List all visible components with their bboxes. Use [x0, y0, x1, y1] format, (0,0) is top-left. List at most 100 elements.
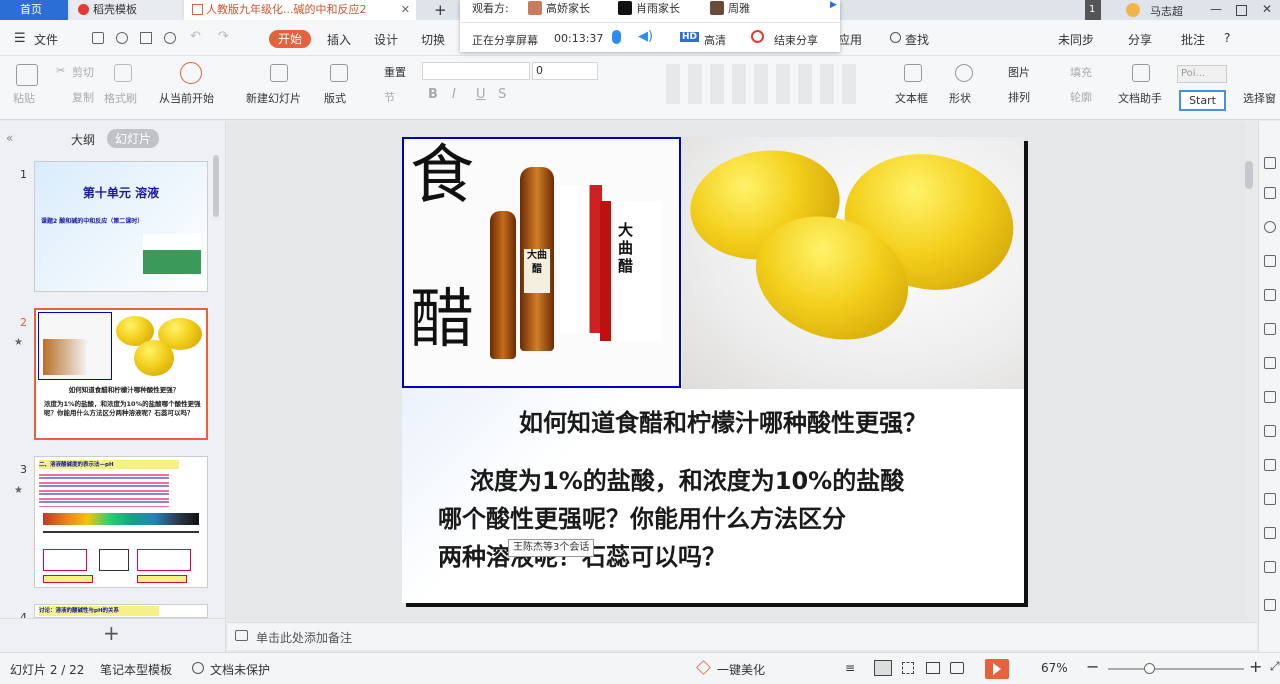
copy-button[interactable]: 复制	[72, 89, 94, 105]
property-icon[interactable]	[1264, 157, 1276, 169]
fit-window-icon[interactable]: ⤢	[1270, 659, 1280, 674]
beautify-button[interactable]: 一键美化	[717, 661, 765, 678]
share-pane-icon[interactable]	[1264, 425, 1276, 437]
tab-slides[interactable]: 幻灯片	[107, 129, 160, 148]
underline-icon[interactable]: U	[476, 87, 486, 102]
tab-home[interactable]: 首页	[0, 0, 68, 20]
cut-button[interactable]: 剪切	[72, 64, 94, 80]
italic-icon[interactable]: I	[452, 87, 456, 102]
minimize-icon[interactable]: —	[1210, 2, 1222, 16]
arrow-icon[interactable]	[1264, 255, 1276, 267]
notes-placeholder[interactable]: 单击此处添加备注	[256, 629, 352, 646]
zoom-level[interactable]: 67%	[1041, 661, 1068, 675]
close-tab-icon[interactable]: ✕	[401, 0, 410, 20]
tab-start[interactable]: 开始	[269, 30, 312, 48]
slide-question-2a[interactable]: 浓度为1%的盐酸，和浓度为10%的盐酸	[470, 461, 904, 496]
undo-icon[interactable]: ↶	[190, 29, 201, 44]
zoom-slider-track[interactable]	[1108, 668, 1244, 670]
tab-outline[interactable]: 大纲	[71, 131, 95, 148]
notes-toggle-icon[interactable]: ≡	[845, 661, 855, 675]
backup-icon[interactable]	[1264, 391, 1276, 403]
speaker-icon[interactable]: ◀)	[638, 29, 653, 44]
normal-view-icon[interactable]	[874, 660, 892, 676]
zoom-slider-thumb[interactable]	[1144, 663, 1155, 674]
share-button[interactable]: 分享	[1128, 31, 1152, 48]
slide-question-2b[interactable]: 哪个酸性更强呢？你能用什么方法区分	[438, 499, 846, 534]
expand-pane-icon[interactable]	[1264, 599, 1276, 611]
reading-view-icon[interactable]	[926, 662, 940, 674]
expand-viewers-icon[interactable]: ▶	[830, 0, 837, 10]
maximize-icon[interactable]	[1236, 5, 1247, 16]
tab-design[interactable]: 设计	[374, 31, 398, 48]
slide-question-1[interactable]: 如何知道食醋和柠檬汁哪种酸性更强？	[402, 403, 1024, 438]
search-button[interactable]: 查找	[905, 31, 929, 48]
tab-insert[interactable]: 插入	[327, 31, 351, 48]
export-icon[interactable]	[116, 32, 128, 44]
paste-button[interactable]: 粘贴	[13, 90, 35, 106]
new-tab-button[interactable]: +	[426, 0, 456, 20]
sync-status[interactable]: 未同步	[1058, 31, 1094, 48]
select-pane-button[interactable]: 选择窗	[1243, 90, 1276, 106]
slide-thumbnail-3[interactable]: 二、溶液酸碱度的表示法—pH	[34, 456, 208, 588]
help-pane-icon[interactable]	[1264, 459, 1276, 471]
picture-button[interactable]: 图片	[1008, 64, 1030, 80]
layout-button[interactable]: 版式	[324, 90, 346, 106]
close-window-icon[interactable]: ✕	[1262, 2, 1272, 16]
search-icon[interactable]	[890, 32, 901, 43]
template-name[interactable]: 笔记本型模板	[100, 661, 172, 678]
paragraph-tools[interactable]	[666, 64, 856, 104]
start-button[interactable]: Start	[1179, 90, 1226, 111]
tab-template[interactable]: 稻壳模板	[70, 0, 182, 20]
microphone-icon[interactable]	[612, 30, 621, 44]
zoom-in-button[interactable]: +	[1249, 657, 1262, 676]
shadow-icon[interactable]: S	[498, 87, 506, 102]
thumb-scrollbar[interactable]	[213, 155, 219, 217]
sorter-view-icon[interactable]	[902, 662, 914, 674]
doc-helper-button[interactable]: 文档助手	[1118, 90, 1162, 106]
collapse-panel-icon[interactable]: «	[6, 131, 13, 145]
font-preview-box[interactable]: Poi...	[1177, 65, 1227, 83]
add-slide-button[interactable]: +	[103, 621, 120, 645]
table-icon[interactable]	[1264, 289, 1276, 301]
new-slide-button[interactable]: 新建幻灯片	[246, 90, 301, 106]
font-name-select[interactable]	[422, 62, 530, 80]
shape-button[interactable]: 形状	[949, 90, 971, 106]
tab-transition[interactable]: 切换	[421, 31, 445, 48]
outline-button[interactable]: 轮廓	[1070, 89, 1092, 105]
fill-button[interactable]: 填充	[1070, 64, 1092, 80]
slide-thumbnail-1[interactable]: 第十单元 溶液 课题2 酸和碱的中和反应（第二课时）	[34, 161, 208, 292]
section-button[interactable]: 节	[384, 89, 395, 105]
comment-button[interactable]: 批注	[1181, 31, 1205, 48]
help-button[interactable]: ?	[1224, 31, 1230, 45]
notes-area[interactable]: 单击此处添加备注	[227, 622, 1257, 650]
tab-document[interactable]: 人教版九年级化...碱的中和反应2 ✕	[184, 0, 416, 20]
bold-icon[interactable]: B	[428, 87, 438, 102]
more-pane-icon[interactable]	[1264, 561, 1276, 573]
arrange-button[interactable]: 排列	[1008, 89, 1030, 105]
canvas-scrollbar[interactable]	[1245, 161, 1253, 189]
animation-icon[interactable]	[1264, 187, 1276, 199]
notification-badge[interactable]: 1	[1085, 0, 1101, 20]
tab-apps[interactable]: 应用	[838, 31, 862, 48]
transition-icon[interactable]	[1264, 221, 1276, 233]
zoom-out-button[interactable]: −	[1086, 657, 1099, 676]
hd-quality-button[interactable]: 高清	[704, 32, 726, 48]
slide-thumbnail-4[interactable]: 讨论：溶液的酸碱性与pH的关系	[34, 604, 208, 618]
preview-icon[interactable]	[164, 32, 176, 44]
resource-icon[interactable]	[1264, 357, 1276, 369]
redo-icon[interactable]: ↷	[218, 29, 229, 44]
chart-icon[interactable]	[1264, 323, 1276, 335]
protect-status[interactable]: 文档未保护	[210, 661, 270, 678]
user-name[interactable]: 马志超	[1150, 3, 1183, 19]
reset-button[interactable]: 重置	[384, 64, 406, 80]
from-current-button[interactable]: 从当前开始	[159, 90, 214, 106]
current-slide[interactable]: 食 醋 大曲醋 大曲醋 如何知道食醋和柠檬汁哪种酸性更强？ 浓度为1%的盐酸，和…	[402, 137, 1027, 603]
hamburger-icon[interactable]: ☰	[14, 31, 26, 46]
present-view-icon[interactable]	[950, 662, 964, 674]
settings-pane-icon[interactable]	[1264, 527, 1276, 539]
end-share-button[interactable]: 结束分享	[774, 32, 818, 48]
textbox-button[interactable]: 文本框	[895, 90, 928, 106]
format-painter-button[interactable]: 格式刷	[104, 90, 137, 106]
font-size-select[interactable]: 0	[532, 62, 598, 80]
menu-file[interactable]: 文件	[34, 31, 58, 48]
